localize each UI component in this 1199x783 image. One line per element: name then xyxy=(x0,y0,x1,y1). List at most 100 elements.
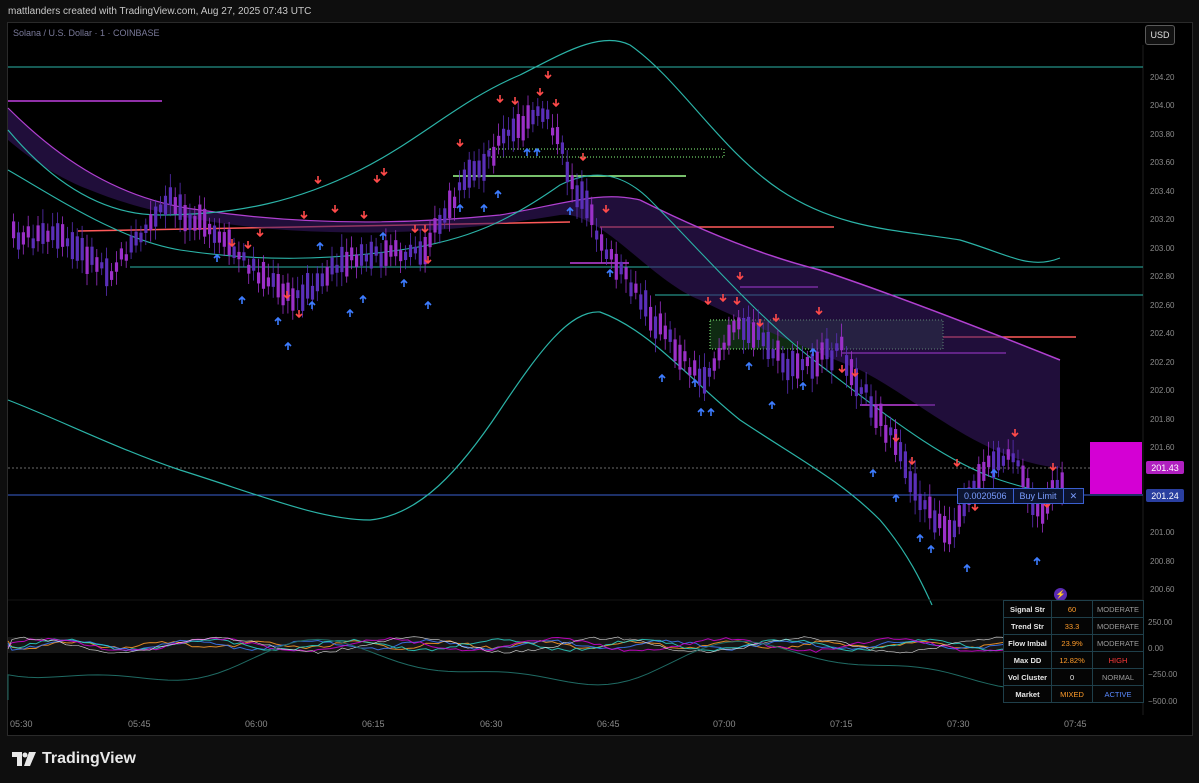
time-axis-label: 06:30 xyxy=(480,719,503,729)
candle xyxy=(600,234,604,251)
candle xyxy=(742,317,746,340)
oscillator-axis-label: 0.00 xyxy=(1148,644,1164,653)
buy-arrow-icon xyxy=(691,378,699,387)
candle xyxy=(634,283,638,293)
symbol-title[interactable]: Solana / U.S. Dollar · 1 · COINBASE xyxy=(13,28,160,38)
candle xyxy=(482,153,486,181)
candle xyxy=(355,254,359,267)
sell-arrow-icon xyxy=(300,211,308,220)
candle xyxy=(933,510,937,533)
candle xyxy=(389,245,393,257)
candle xyxy=(526,105,530,129)
candle xyxy=(257,272,261,284)
candle xyxy=(90,246,94,265)
buy-arrow-icon xyxy=(707,407,715,416)
candle xyxy=(859,387,863,394)
candle xyxy=(46,230,50,242)
time-axis-label: 06:15 xyxy=(362,719,385,729)
signal-status: MODERATE xyxy=(1092,634,1144,652)
candle xyxy=(100,262,104,269)
candle xyxy=(761,332,765,347)
order-type[interactable]: Buy Limit xyxy=(1012,489,1063,503)
buy-arrow-icon xyxy=(213,253,221,262)
buy-arrow-icon xyxy=(892,493,900,502)
order-close-button[interactable]: ✕ xyxy=(1062,489,1084,503)
candle xyxy=(487,150,491,157)
candle xyxy=(649,306,653,331)
candle xyxy=(232,246,236,258)
currency-button[interactable]: USD xyxy=(1145,25,1175,45)
candle xyxy=(536,106,540,116)
candle xyxy=(786,358,790,381)
buy-arrow-icon xyxy=(990,468,998,477)
candle xyxy=(546,109,550,120)
candle xyxy=(619,261,623,275)
sell-arrow-icon xyxy=(244,241,252,250)
last-price-badge: 201.43 xyxy=(1146,461,1184,474)
candle xyxy=(947,519,952,545)
candle xyxy=(982,461,986,481)
time-axis-label: 06:45 xyxy=(597,719,620,729)
buy-arrow-icon xyxy=(606,268,614,277)
candle xyxy=(227,229,231,256)
candle xyxy=(791,350,795,377)
candle xyxy=(923,500,927,510)
signal-label: Signal Str xyxy=(1002,600,1053,618)
sell-arrow-icon xyxy=(256,229,264,238)
buy-arrow-icon xyxy=(400,278,408,287)
candle xyxy=(987,455,991,468)
buy-arrow-icon xyxy=(480,203,488,212)
candle xyxy=(541,108,545,122)
buy-arrow-icon xyxy=(658,373,666,382)
price-axis-label: 203.20 xyxy=(1150,215,1175,224)
order-quantity[interactable]: 0.0020506 xyxy=(958,489,1013,503)
candle xyxy=(56,223,60,249)
price-axis-label: 204.20 xyxy=(1150,73,1175,82)
candle xyxy=(453,196,457,209)
candle xyxy=(320,273,324,287)
candle xyxy=(796,353,800,379)
order-ticket[interactable]: 0.0020506 Buy Limit ✕ xyxy=(957,488,1085,504)
buy-arrow-icon xyxy=(523,147,531,156)
candle xyxy=(506,129,511,136)
price-axis-label: 201.80 xyxy=(1150,415,1175,424)
candle xyxy=(560,142,564,154)
candle xyxy=(585,190,589,219)
candle xyxy=(374,246,378,256)
candle xyxy=(521,116,525,141)
candle xyxy=(65,238,70,247)
candle xyxy=(835,343,839,351)
candle xyxy=(707,368,711,377)
candle xyxy=(75,236,79,261)
candle xyxy=(306,273,310,299)
buy-arrow-icon xyxy=(238,295,246,304)
candle xyxy=(438,214,442,234)
signal-status: NORMAL xyxy=(1092,668,1144,686)
candle xyxy=(124,254,128,261)
candle xyxy=(36,225,40,242)
candle xyxy=(771,349,775,359)
price-axis-label: 202.60 xyxy=(1150,301,1175,310)
oscillator-axis-label: 250.00 xyxy=(1148,618,1173,627)
candle xyxy=(291,288,295,311)
candle xyxy=(604,249,609,259)
candle xyxy=(609,249,613,260)
buy-arrow-icon xyxy=(316,241,324,250)
candle xyxy=(747,316,751,344)
buy-arrow-icon xyxy=(916,533,924,542)
price-axis-label: 203.60 xyxy=(1150,158,1175,167)
candle xyxy=(629,282,633,297)
candle xyxy=(894,428,898,455)
candle xyxy=(825,338,829,360)
candle xyxy=(903,451,907,479)
candle xyxy=(41,223,45,244)
candle xyxy=(154,206,158,227)
candle xyxy=(242,252,246,261)
candle xyxy=(1021,465,1025,488)
candle xyxy=(462,169,466,190)
candle xyxy=(315,273,319,292)
candle xyxy=(335,264,339,273)
buy-arrow-icon xyxy=(346,308,354,317)
buy-arrow-icon xyxy=(274,316,282,325)
candle xyxy=(477,160,481,178)
